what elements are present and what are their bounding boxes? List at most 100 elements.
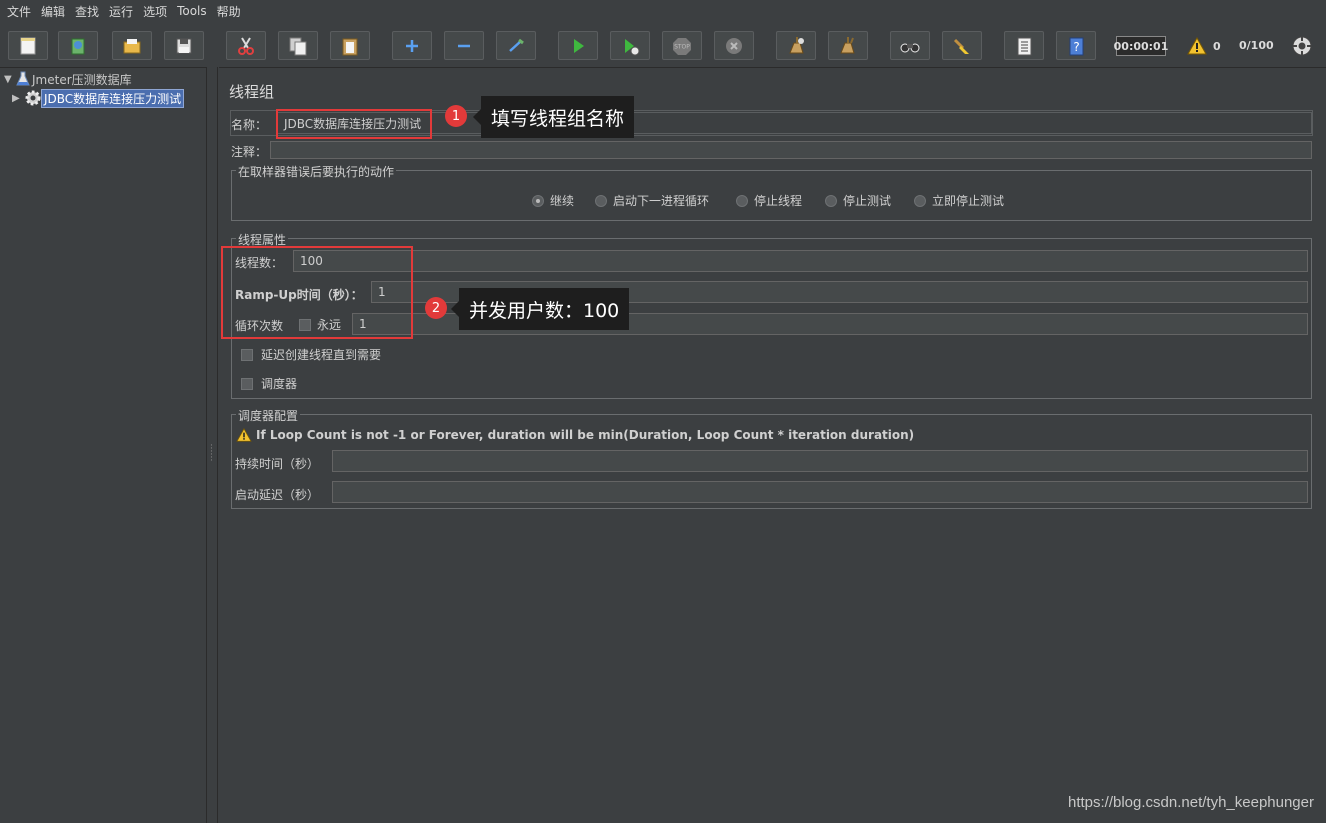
annotation-tip-2: 并发用户数：100 [450,288,630,330]
pane-splitter[interactable]: · · · · · · [207,67,218,823]
radio-dot-icon [532,194,544,207]
collapse-button[interactable] [444,31,484,60]
threads-field[interactable]: 100 [293,250,1308,272]
annotation-highlight-name [276,109,432,139]
radio-dot-icon [914,194,926,207]
remote-globe-icon[interactable] [1290,35,1314,57]
save-button[interactable] [164,31,204,60]
name-label: 名称： [231,118,268,132]
scheduler-label: 调度器 [261,377,298,391]
search-button[interactable] [890,31,930,60]
delay-thread-creation-checkbox[interactable]: 延迟创建线程直到需要 [241,346,381,363]
duration-label: 持续时间（秒） [235,457,320,471]
annotation-highlight-thread-props [221,246,413,339]
start-button[interactable] [558,31,598,60]
startup-delay-field[interactable] [332,481,1308,503]
scheduler-warning-text: If Loop Count is not -1 or Forever, dura… [256,428,915,442]
annotation-badge-1: 1 [445,105,467,127]
collapsed-arrow-icon[interactable]: ▶ [12,93,24,104]
radio-start-next-loop[interactable]: 启动下一进程循环 [595,192,709,209]
warning-counter[interactable]: 0 [1187,37,1221,55]
clear-all-icon [840,36,855,53]
paste-icon [342,38,358,55]
error-action-legend: 在取样器错误后要执行的动作 [236,163,397,180]
menu-tools[interactable]: Tools [172,4,212,18]
menu-run[interactable]: 运行 [104,3,138,20]
expand-button[interactable] [392,31,432,60]
scheduler-warning: If Loop Count is not -1 or Forever, dura… [236,428,914,442]
reset-search-button[interactable] [942,31,982,60]
active-threads-count: 0/100 [1239,39,1274,52]
delay-thread-creation-label: 延迟创建线程直到需要 [261,348,382,362]
cut-icon [238,36,254,55]
radio-dot-icon [736,194,748,207]
search-icon [900,43,920,52]
checkbox-box-icon [241,348,253,361]
toolbar: STOP ? 00:00:01 0 0/100 [0,24,1326,66]
start-no-pause-icon [625,38,640,55]
paste-button[interactable] [330,31,370,60]
radio-stop-test-now[interactable]: 立即停止测试 [914,192,1004,209]
expand-arrow-icon[interactable]: ▼ [4,74,16,85]
warning-icon [236,428,252,442]
expand-icon [406,39,418,52]
radio-dot-icon [825,194,837,207]
tree-root-label: Jmeter压测数据库 [32,72,132,87]
stop-button[interactable]: STOP [662,31,702,60]
new-button[interactable] [8,31,48,60]
templates-button[interactable] [58,31,98,60]
duration-field[interactable] [332,450,1308,472]
start-icon [574,38,584,53]
stop-icon: STOP [673,37,691,55]
menu-edit[interactable]: 编辑 [36,3,70,20]
cut-button[interactable] [226,31,266,60]
thread-group-gear-icon [25,90,41,106]
help-button[interactable]: ? [1056,31,1096,60]
copy-icon [289,37,307,55]
thread-group-panel: 线程组 名称： JDBC数据库连接压力测试 注释： 在取样器错误后要执行的动作 … [219,67,1326,823]
tree-child-label: JDBC数据库连接压力测试 [40,88,185,108]
radio-stop-test-now-label: 立即停止测试 [932,194,1005,208]
menu-help[interactable]: 帮助 [212,3,246,20]
clear-icon [789,36,804,53]
toggle-button[interactable] [496,31,536,60]
radio-stop-test-label: 停止测试 [843,194,892,208]
checkbox-box-icon [241,377,253,390]
tree-node-root[interactable]: ▼ Jmeter压测数据库 [4,70,134,88]
radio-stop-test[interactable]: 停止测试 [825,192,891,209]
test-plan-tree: ▼ Jmeter压测数据库 ▶ JDBC数据库连接压力测试 [0,67,207,823]
menu-options[interactable]: 选项 [138,3,172,20]
open-button[interactable] [112,31,152,60]
clear-all-button[interactable] [828,31,868,60]
clear-button[interactable] [776,31,816,60]
save-icon [176,38,192,53]
page-title: 线程组 [229,83,275,101]
radio-start-next-loop-label: 启动下一进程循环 [613,194,710,208]
scheduler-checkbox[interactable]: 调度器 [241,375,297,392]
tree-node-thread-group[interactable]: ▶ JDBC数据库连接压力测试 [12,88,185,108]
comment-field[interactable] [270,141,1312,159]
function-helper-button[interactable] [1004,31,1044,60]
radio-stop-thread[interactable]: 停止线程 [736,192,802,209]
help-icon: ? [1069,37,1084,55]
test-plan-icon [16,71,30,86]
radio-continue[interactable]: 继续 [532,192,574,209]
shutdown-button[interactable] [714,31,754,60]
annotation-tip-1: 填写线程组名称 [472,96,635,138]
splitter-grip-icon: · · · · · · [210,441,213,466]
comment-label: 注释： [231,145,268,159]
scheduler-config-legend: 调度器配置 [236,407,301,424]
menu-search[interactable]: 查找 [70,3,104,20]
toggle-icon [509,38,524,52]
new-icon [20,37,36,54]
start-no-pause-button[interactable] [610,31,650,60]
radio-continue-label: 继续 [550,194,575,208]
name-field[interactable]: JDBC数据库连接压力测试 [277,112,1312,134]
copy-button[interactable] [278,31,318,60]
menu-file[interactable]: 文件 [2,3,36,20]
warning-count: 0 [1213,39,1221,53]
watermark: https://blog.csdn.net/tyh_keephunger [1067,794,1314,811]
function-helper-icon [1017,37,1032,55]
collapse-icon [458,44,470,47]
menu-bar: 文件 编辑 查找 运行 选项 Tools 帮助 [0,0,1326,22]
